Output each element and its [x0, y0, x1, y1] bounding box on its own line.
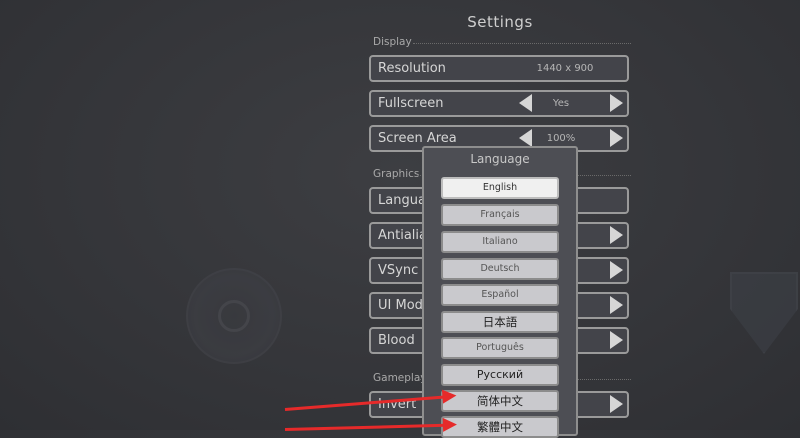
fullscreen-value: Yes: [552, 98, 570, 109]
right-arrow-icon[interactable]: [610, 296, 623, 314]
resolution-value: 1440 x 900: [536, 63, 594, 74]
section-label-display: Display: [373, 36, 412, 48]
language-option-portuguese[interactable]: Português: [441, 337, 559, 359]
background-crest-emblem: [730, 272, 798, 354]
right-arrow-icon[interactable]: [610, 226, 623, 244]
vsync-label: VSync: [378, 263, 419, 278]
fullscreen-label: Fullscreen: [378, 96, 444, 111]
language-option-traditional-chinese[interactable]: 繁體中文: [441, 416, 559, 438]
screen-area-label: Screen Area: [378, 131, 457, 146]
screen-area-value: 100%: [546, 133, 576, 144]
page-title: Settings: [467, 13, 533, 31]
antialiasing-label: Antialia: [378, 228, 427, 243]
language-option-italian[interactable]: Italiano: [441, 231, 559, 253]
language-option-russian[interactable]: Русский: [441, 364, 559, 386]
resolution-setting[interactable]: Resolution 1440 x 900: [369, 55, 629, 82]
right-arrow-icon[interactable]: [610, 94, 623, 112]
language-option-english[interactable]: English: [441, 177, 559, 199]
ui-mode-label: UI Mod: [378, 298, 423, 313]
resolution-label: Resolution: [378, 61, 446, 76]
background-shield-emblem: [186, 268, 282, 364]
language-option-spanish[interactable]: Español: [441, 284, 559, 306]
blood-label: Blood: [378, 333, 415, 348]
language-label: Langua: [378, 193, 426, 208]
section-divider: [413, 43, 631, 44]
language-option-german[interactable]: Deutsch: [441, 258, 559, 280]
language-option-french[interactable]: Français: [441, 204, 559, 226]
fullscreen-setting: Fullscreen Yes: [369, 90, 629, 117]
right-arrow-icon[interactable]: [610, 261, 623, 279]
language-dialog-title: Language: [470, 152, 530, 166]
right-arrow-icon[interactable]: [610, 331, 623, 349]
language-option-japanese[interactable]: 日本語: [441, 311, 559, 333]
right-arrow-icon[interactable]: [610, 395, 623, 413]
section-label-graphics: Graphics: [373, 168, 420, 180]
language-option-simplified-chinese[interactable]: 简体中文: [441, 390, 559, 412]
section-label-gameplay: Gameplay: [373, 372, 427, 384]
right-arrow-icon[interactable]: [610, 129, 623, 147]
